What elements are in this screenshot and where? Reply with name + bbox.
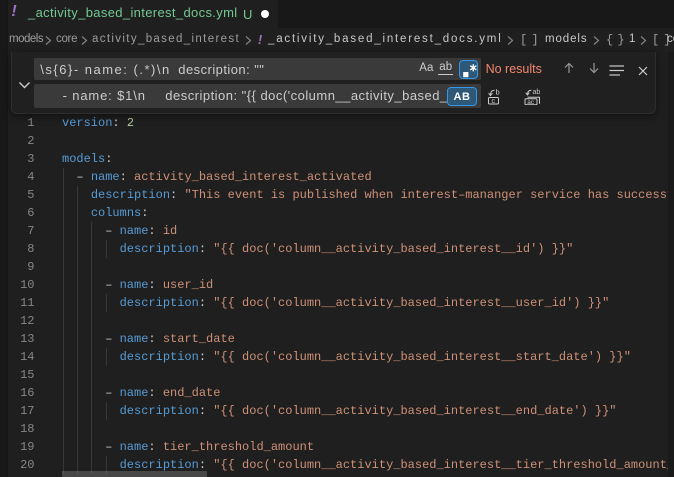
svg-text:c: c bbox=[491, 98, 495, 105]
svg-text:b: b bbox=[495, 88, 499, 97]
svg-text:ab: ab bbox=[533, 89, 541, 96]
svg-text:ac: ac bbox=[527, 98, 535, 104]
